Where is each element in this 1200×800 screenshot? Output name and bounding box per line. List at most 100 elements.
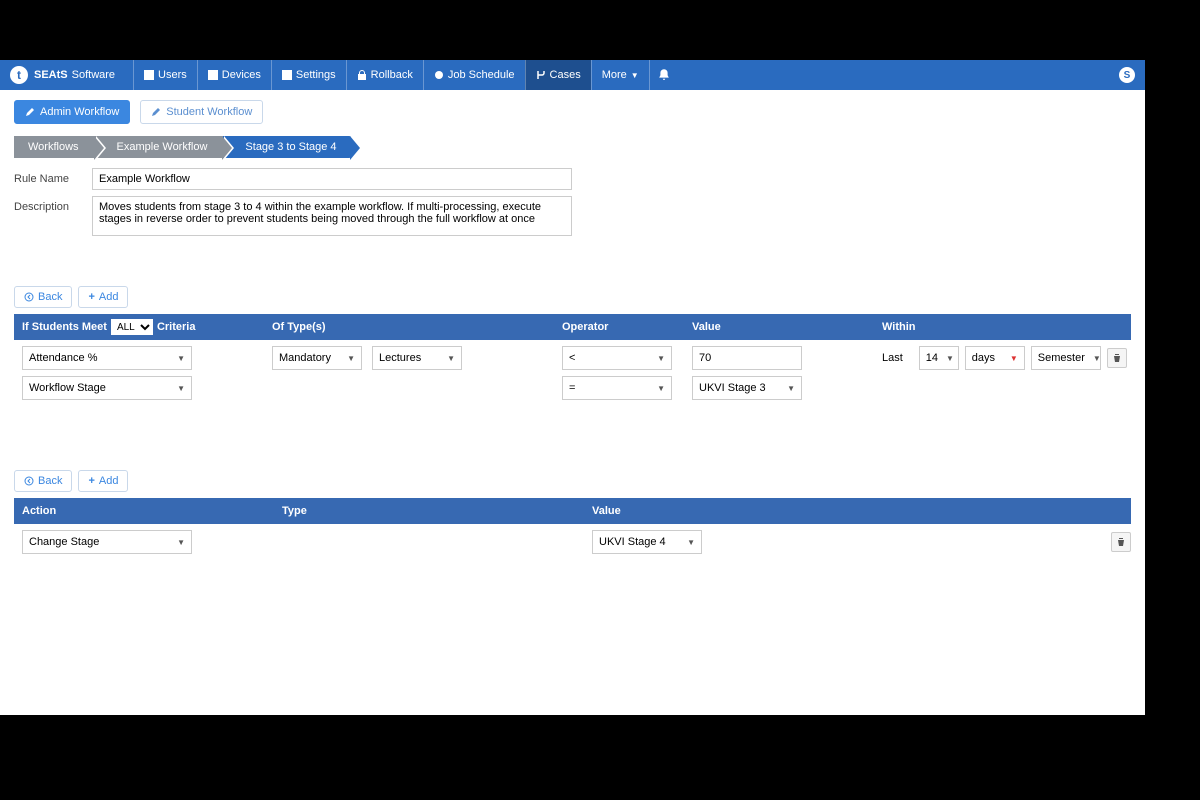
chevron-down-icon: ▼ — [347, 354, 355, 363]
add-label: Add — [99, 291, 119, 303]
back-button[interactable]: Back — [14, 286, 72, 308]
nav-settings[interactable]: Settings — [271, 60, 346, 90]
brand-name: SEAtS — [34, 69, 68, 81]
nav-cases[interactable]: Cases — [525, 60, 591, 90]
user-avatar-chip[interactable]: S — [1119, 67, 1135, 83]
nav-users-label: Users — [158, 69, 187, 81]
rule-name-row: Rule Name — [14, 168, 1131, 190]
nav-more-label: More — [602, 69, 627, 81]
tab-student-workflow[interactable]: Student Workflow — [140, 100, 263, 124]
qty-value: 14 — [926, 352, 938, 364]
plus-icon: + — [88, 475, 94, 487]
delete-row-button[interactable] — [1107, 348, 1127, 368]
value-input[interactable] — [692, 346, 802, 370]
action-value-text: UKVI Stage 4 — [599, 536, 666, 548]
gears-icon — [434, 70, 444, 80]
trash-icon — [1116, 537, 1126, 547]
unit-value: days — [972, 352, 995, 364]
nav-settings-label: Settings — [296, 69, 336, 81]
tab-admin-label: Admin Workflow — [40, 106, 119, 118]
top-nav: t SEAtS Software Users Devices Settings … — [0, 60, 1145, 90]
chevron-down-icon: ▼ — [1010, 354, 1018, 363]
value-select[interactable]: UKVI Stage 3 ▼ — [692, 376, 802, 400]
unit-select[interactable]: days ▼ — [965, 346, 1025, 370]
crumb-example[interactable]: Example Workflow — [95, 136, 224, 158]
action-value: Change Stage — [29, 536, 99, 548]
nav-devices-label: Devices — [222, 69, 261, 81]
nav-more[interactable]: More ▼ — [591, 60, 650, 90]
col-of-types: Of Type(s) — [264, 321, 554, 333]
type1-value: Mandatory — [279, 352, 331, 364]
add-button[interactable]: +Add — [78, 470, 128, 492]
field-select[interactable]: Attendance % ▼ — [22, 346, 192, 370]
rule-name-input[interactable] — [92, 168, 572, 190]
chevron-down-icon: ▼ — [177, 354, 185, 363]
nav-job-schedule[interactable]: Job Schedule — [423, 60, 525, 90]
criteria-row-1: Attendance %▼ Mandatory▼ Lectures▼ <▼ La… — [14, 346, 1131, 370]
edit-icon — [151, 107, 161, 117]
col-within: Within — [874, 321, 1131, 333]
nav-job-schedule-label: Job Schedule — [448, 69, 515, 81]
users-icon — [144, 70, 154, 80]
field-value: Workflow Stage — [29, 382, 106, 394]
description-row: Description Moves students from stage 3 … — [14, 196, 1131, 236]
devices-icon — [208, 70, 218, 80]
chevron-down-icon: ▼ — [657, 354, 665, 363]
chevron-down-icon: ▼ — [687, 538, 695, 547]
nav-rollback[interactable]: Rollback — [346, 60, 423, 90]
qty-select[interactable]: 14 ▼ — [919, 346, 959, 370]
type1-select[interactable]: Mandatory ▼ — [272, 346, 362, 370]
nav-users[interactable]: Users — [133, 60, 197, 90]
criteria-prefix: If Students Meet — [22, 321, 107, 333]
action-select[interactable]: Change Stage▼ — [22, 530, 192, 554]
col-action: Action — [14, 505, 274, 517]
type2-select[interactable]: Lectures▼ — [372, 346, 462, 370]
settings-icon — [282, 70, 292, 80]
description-input[interactable]: Moves students from stage 3 to 4 within … — [92, 196, 572, 236]
bell-icon[interactable] — [658, 68, 670, 83]
delete-action-button[interactable] — [1111, 532, 1131, 552]
col-action-type: Type — [274, 505, 584, 517]
operator-select[interactable]: <▼ — [562, 346, 672, 370]
subtab-row: Admin Workflow Student Workflow — [0, 90, 1145, 124]
tab-admin-workflow[interactable]: Admin Workflow — [14, 100, 130, 124]
crumb-stage[interactable]: Stage 3 to Stage 4 — [223, 136, 350, 158]
nav-cases-label: Cases — [550, 69, 581, 81]
action-value-select[interactable]: UKVI Stage 4 ▼ — [592, 530, 702, 554]
action-button-row: Back +Add — [14, 470, 1131, 492]
brand-logo: t — [10, 66, 28, 84]
plus-icon: + — [88, 291, 94, 303]
operator-select[interactable]: =▼ — [562, 376, 672, 400]
crumb-workflows[interactable]: Workflows — [14, 136, 95, 158]
type2-value: Lectures — [379, 352, 421, 364]
back-label: Back — [38, 291, 62, 303]
field-select[interactable]: Workflow Stage▼ — [22, 376, 192, 400]
chevron-down-icon: ▼ — [787, 384, 795, 393]
tab-student-label: Student Workflow — [166, 106, 252, 118]
add-button[interactable]: + Add — [78, 286, 128, 308]
back-label: Back — [38, 475, 62, 487]
action-header: Action Type Value — [14, 498, 1131, 524]
nav-devices[interactable]: Devices — [197, 60, 271, 90]
branch-icon — [536, 70, 546, 80]
circle-arrow-icon — [24, 292, 34, 302]
col-action-value: Value — [584, 505, 1131, 517]
period-value: Semester — [1038, 352, 1085, 364]
criteria-row-2: Workflow Stage▼ =▼ UKVI Stage 3 ▼ — [14, 376, 1131, 400]
chevron-down-icon: ▼ — [1093, 354, 1101, 363]
col-value: Value — [684, 321, 874, 333]
field-value: Attendance % — [29, 352, 98, 364]
criteria-button-row: Back + Add — [14, 286, 1131, 308]
value-value: UKVI Stage 3 — [699, 382, 766, 394]
criteria-all-select[interactable]: ALL — [111, 319, 153, 335]
operator-value: < — [569, 352, 575, 364]
circle-arrow-icon — [24, 476, 34, 486]
description-label: Description — [14, 196, 92, 213]
brand-sub: Software — [72, 69, 115, 81]
period-select[interactable]: Semester ▼ — [1031, 346, 1101, 370]
chevron-down-icon: ▼ — [946, 354, 954, 363]
breadcrumb: Workflows Example Workflow Stage 3 to St… — [14, 136, 1131, 158]
chevron-down-icon: ▼ — [631, 71, 639, 80]
back-button[interactable]: Back — [14, 470, 72, 492]
operator-value: = — [569, 382, 575, 394]
